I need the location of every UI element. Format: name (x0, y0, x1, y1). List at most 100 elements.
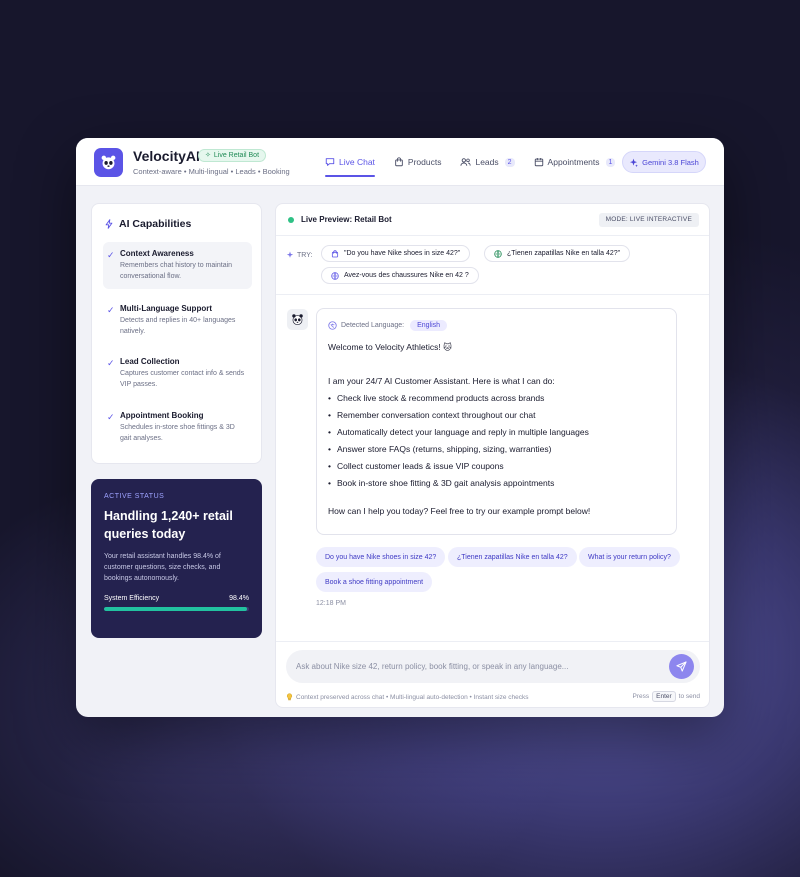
message-timestamp: 12:18 PM (316, 600, 346, 607)
brand-name: VelocityAI (133, 148, 200, 164)
greeting: Welcome to Velocity Athletics! 🐱 (328, 342, 452, 352)
mode-badge: MODE: LIVE INTERACTIVE (598, 213, 699, 227)
status-description: Your retail assistant handles 98.4% of c… (104, 553, 221, 583)
capability-desc: Schedules in-store shoe fittings & 3D ga… (120, 424, 235, 442)
try-chip-english[interactable]: "Do you have Nike shoes in size 42?" (321, 245, 471, 262)
efficiency-progress-bar (104, 606, 249, 611)
intro: I am your 24/7 AI Customer Assistant. He… (328, 376, 555, 386)
capability-desc: Detects and replies in 40+ languages nat… (120, 317, 236, 335)
detected-language-row: Detected Language: English (328, 320, 665, 331)
capability-lead-collection[interactable]: ✓ Lead Collection Captures customer cont… (103, 350, 252, 397)
tab-products-label: Products (407, 157, 442, 167)
chat-input-area: Context preserved across chat • Multi-li… (276, 641, 709, 707)
chat-panel: Live Preview: Retail Bot MODE: LIVE INTE… (275, 203, 710, 708)
try-chip-label: Avez-vous des chaussures Nike en 42 ? (344, 272, 469, 279)
tab-appointments-label: Appointments (547, 157, 600, 167)
bot-message-bubble: Detected Language: English Welcome to Ve… (316, 308, 677, 535)
active-status-card: ACTIVE STATUS Handling 1,240+ retail que… (91, 479, 262, 638)
check-icon: ✓ (107, 412, 115, 422)
input-hint: Context preserved across chat • Multi-li… (286, 693, 529, 701)
enter-key: Enter (652, 691, 676, 702)
detected-language-label: Detected Language: (341, 322, 405, 329)
bullet-item: Collect customer leads & issue VIP coupo… (328, 458, 665, 475)
main-nav: Live Chat Products Leads 2 Appointments … (325, 138, 634, 186)
bullet-item: Check live stock & recommend products ac… (328, 390, 665, 407)
chat-input[interactable] (286, 650, 700, 683)
sparkle-icon: ✧ (205, 151, 211, 159)
language-icon (328, 321, 337, 330)
capability-name: Multi-Language Support (120, 304, 212, 313)
send-icon (676, 661, 687, 672)
live-bot-badge-label: Live Retail Bot (213, 151, 260, 159)
suggestion-chip[interactable]: ¿Tienen zapatillas Nike en talla 42? (448, 547, 577, 567)
sparkles-icon (630, 158, 638, 167)
input-hint-text: Context preserved across chat • Multi-li… (296, 693, 529, 701)
capability-desc: Captures customer contact info & sends V… (120, 370, 245, 388)
app-header: VelocityAI ✧ Live Retail Bot Context-awa… (76, 138, 724, 186)
send-button[interactable] (669, 654, 694, 679)
bag-icon (331, 249, 339, 257)
capabilities-title: AI Capabilities (104, 218, 191, 230)
calendar-icon (534, 158, 543, 167)
capability-desc: Remembers chat history to maintain conve… (120, 262, 233, 280)
tab-leads[interactable]: Leads 2 (460, 138, 515, 186)
app-window: VelocityAI ✧ Live Retail Bot Context-awa… (76, 138, 724, 717)
bot-avatar-icon (287, 309, 308, 330)
efficiency-value: 98.4% (229, 594, 249, 602)
bullet-item: Answer store FAQs (returns, shipping, si… (328, 441, 665, 458)
press-prefix: Press (632, 693, 650, 700)
live-bot-badge: ✧ Live Retail Bot (198, 149, 267, 162)
bag-icon (395, 157, 403, 167)
model-selector-label: Gemini 3.8 Flash (642, 157, 699, 167)
capability-context-awareness[interactable]: ✓ Context Awareness Remembers chat histo… (103, 242, 252, 289)
model-selector-button[interactable]: Gemini 3.8 Flash (622, 151, 706, 173)
chat-header: Live Preview: Retail Bot MODE: LIVE INTE… (276, 204, 709, 236)
chat-divider (276, 294, 709, 295)
leads-count-badge: 2 (504, 157, 515, 167)
tab-leads-label: Leads (475, 157, 499, 167)
users-icon (460, 158, 472, 166)
capability-name: Appointment Booking (120, 411, 204, 420)
logo-icon (94, 148, 123, 177)
tab-live-chat[interactable]: Live Chat (325, 138, 375, 186)
check-icon: ✓ (107, 358, 115, 368)
capability-bullets: Check live stock & recommend products ac… (328, 390, 665, 492)
sparkles-icon (286, 251, 294, 258)
bullet-item: Remember conversation context throughout… (328, 407, 665, 424)
lightbulb-icon (286, 693, 293, 701)
check-icon: ✓ (107, 305, 115, 315)
suggestion-chip[interactable]: Do you have Nike shoes in size 42? (316, 547, 446, 567)
globe-icon (331, 271, 339, 280)
suggestion-chip[interactable]: What is your return policy? (579, 547, 680, 567)
capability-appointment-booking[interactable]: ✓ Appointment Booking Schedules in-store… (103, 404, 252, 451)
tab-live-chat-label: Live Chat (339, 157, 375, 167)
try-chip-spanish[interactable]: ¿Tienen zapatillas Nike en talla 42?" (484, 245, 631, 262)
send-shortcut-hint: Press Enter to send (632, 691, 700, 702)
bullet-item: Automatically detect your language and r… (328, 424, 665, 441)
suggestion-chip[interactable]: Book a shoe fitting appointment (316, 572, 433, 592)
closing: How can I help you today? Feel free to t… (328, 506, 591, 516)
chat-title: Live Preview: Retail Bot (301, 215, 392, 224)
globe-icon (494, 249, 502, 258)
tagline: Context-aware • Multi-lingual • Leads • … (133, 167, 290, 176)
capability-multi-language[interactable]: ✓ Multi-Language Support Detects and rep… (103, 297, 252, 344)
check-icon: ✓ (107, 250, 115, 260)
chat-icon (325, 158, 335, 166)
bullet-item: Book in-store shoe fitting & 3D gait ana… (328, 475, 665, 492)
live-indicator-dot (288, 217, 294, 223)
bot-message-text: Welcome to Velocity Athletics! 🐱 I am yo… (328, 339, 665, 520)
tab-products[interactable]: Products (394, 138, 442, 186)
status-label: ACTIVE STATUS (104, 493, 165, 500)
capability-name: Lead Collection (120, 357, 180, 366)
try-chip-label: "Do you have Nike shoes in size 42?" (344, 250, 461, 257)
detected-language-pill: English (410, 320, 448, 331)
press-suffix: to send (678, 693, 700, 700)
bolt-icon (105, 219, 113, 229)
try-label: TRY: (286, 251, 312, 259)
efficiency-row: System Efficiency 98.4% (104, 595, 249, 602)
appointments-count-badge: 1 (605, 157, 616, 167)
efficiency-progress-fill (104, 606, 247, 611)
try-chip-french[interactable]: Avez-vous des chaussures Nike en 42 ? (321, 267, 479, 284)
tab-appointments[interactable]: Appointments 1 (534, 138, 616, 186)
try-chip-label: ¿Tienen zapatillas Nike en talla 42?" (507, 250, 621, 257)
